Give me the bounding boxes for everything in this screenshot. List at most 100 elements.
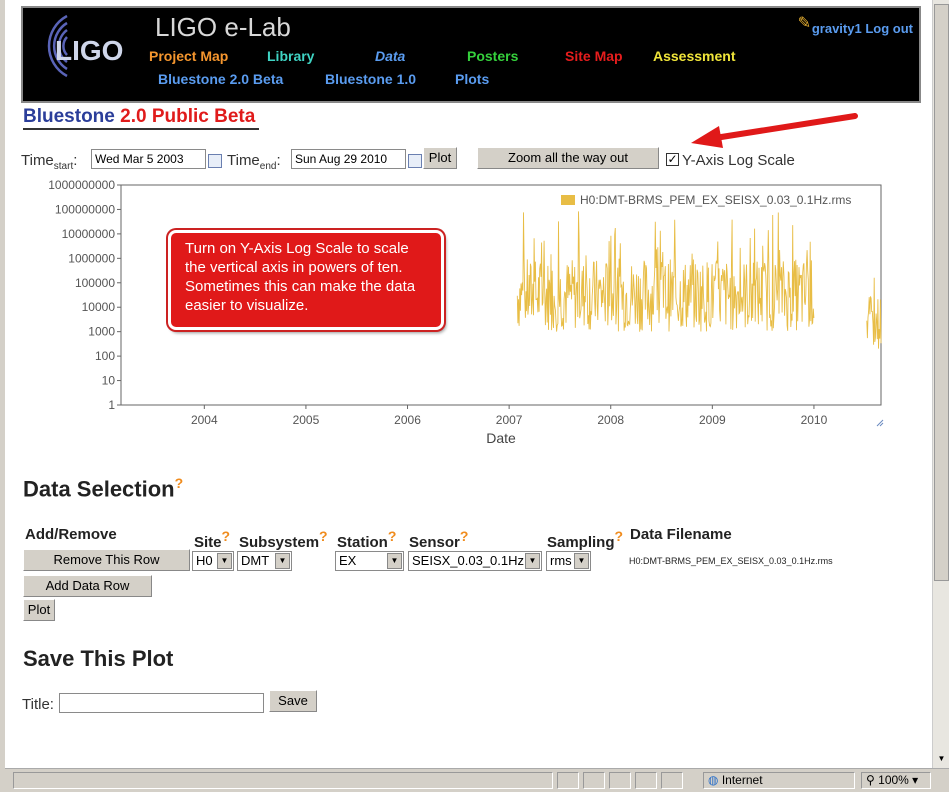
x-axis-label: Date <box>486 430 516 446</box>
sampling-select[interactable]: rms ▼ <box>546 551 591 571</box>
nav-assessment[interactable]: Assessment <box>653 48 736 64</box>
plot-button[interactable]: Plot <box>23 599 55 621</box>
col-filename: Data Filename <box>630 526 732 543</box>
title-label: Title: <box>22 696 54 713</box>
remove-row-button[interactable]: Remove This Row <box>23 549 190 571</box>
time-end-word: Time <box>227 152 260 169</box>
time-start-field[interactable]: Wed Mar 5 2003 <box>91 149 206 169</box>
site-title: LIGO e-Lab <box>155 12 291 42</box>
x-tick-label: 2007 <box>496 413 523 427</box>
y-tick-label: 100000000 <box>55 202 115 216</box>
y-tick-label: 100 <box>95 349 115 363</box>
annotation-arrow-icon <box>691 113 858 148</box>
legend-label: H0:DMT-BRMS_PEM_EX_SEISX_0.03_0.1Hz.rms <box>580 193 851 207</box>
col-sampling: Sampling? <box>547 528 623 551</box>
subsystem-select-value: DMT <box>241 553 270 568</box>
zone-indicator: ◍ Internet <box>703 772 855 789</box>
help-icon[interactable]: ? <box>175 475 184 491</box>
time-start-colon: : <box>73 152 78 169</box>
calendar-icon[interactable] <box>408 154 422 168</box>
chevron-down-icon[interactable]: ▼ <box>387 553 402 569</box>
station-select[interactable]: EX ▼ <box>335 551 404 571</box>
col-station-text: Station <box>337 534 388 551</box>
col-sensor-text: Sensor <box>409 534 460 551</box>
sensor-select[interactable]: SEISX_0.03_0.1Hz ▼ <box>408 551 542 571</box>
annotation-callout: Turn on Y-Axis Log Scale to scale the ve… <box>168 230 444 330</box>
nav-posters[interactable]: Posters <box>467 48 518 64</box>
legend-swatch <box>561 195 575 205</box>
zoom-icon: ⚲ <box>866 773 875 787</box>
nav-bluestone-1[interactable]: Bluestone 1.0 <box>325 71 416 87</box>
time-end-sub: end <box>259 161 277 172</box>
col-site-text: Site <box>194 534 222 551</box>
subsystem-select[interactable]: DMT ▼ <box>237 551 292 571</box>
zoom-label: 100% <box>878 773 909 787</box>
chevron-down-icon[interactable]: ▼ <box>574 553 589 569</box>
vertical-scrollbar[interactable]: ▼ <box>932 0 949 768</box>
zoom-out-button[interactable]: Zoom all the way out <box>477 147 659 169</box>
y-tick-label: 10000 <box>82 300 116 314</box>
log-scale-label: Y-Axis Log Scale <box>682 152 795 169</box>
time-start-sub: start <box>53 161 74 172</box>
user-logout-link[interactable]: gravity1 Log out <box>812 21 913 36</box>
time-end-colon: : <box>276 152 281 169</box>
x-tick-label: 2006 <box>394 413 421 427</box>
plot-title-input[interactable] <box>59 693 264 713</box>
site-select[interactable]: H0 ▼ <box>192 551 234 571</box>
site-header: LIGO LIGO e-Lab Project Map Library Data… <box>21 6 921 103</box>
help-icon[interactable]: ? <box>319 528 328 544</box>
save-plot-title: Save This Plot <box>23 646 174 671</box>
chart-svg: 1 10 100 1000 10000 100000 1000000 10000000 1000… <box>48 180 884 446</box>
nav-library[interactable]: Library <box>267 48 314 64</box>
resize-handle-icon <box>876 419 884 427</box>
plot-time-button[interactable]: Plot <box>423 147 457 169</box>
col-site: Site? <box>194 528 230 551</box>
col-add-remove: Add/Remove <box>25 526 117 543</box>
calendar-icon[interactable] <box>208 154 222 168</box>
log-scale-checkbox[interactable]: ✓ <box>666 153 679 166</box>
zoom-indicator[interactable]: ⚲ 100% ▾ <box>861 772 931 789</box>
nav-plots[interactable]: Plots <box>455 71 489 87</box>
time-start-word: Time <box>21 152 54 169</box>
chevron-down-icon[interactable]: ▼ <box>217 553 232 569</box>
status-segment <box>635 772 657 789</box>
x-tick-label: 2009 <box>699 413 726 427</box>
help-icon[interactable]: ? <box>222 528 231 544</box>
y-tick-label: 1 <box>108 398 115 412</box>
status-segment <box>557 772 579 789</box>
save-button[interactable]: Save <box>269 690 317 712</box>
data-selection-title-text: Data Selection <box>23 476 175 502</box>
browser-page: LIGO LIGO e-Lab Project Map Library Data… <box>0 0 949 792</box>
nav-site-map[interactable]: Site Map <box>565 48 623 64</box>
y-tick-label: 1000000 <box>68 251 115 265</box>
logout-link[interactable]: Log out <box>865 21 913 36</box>
nav-data[interactable]: Data <box>375 48 405 64</box>
y-tick-label: 1000000000 <box>48 180 115 192</box>
nav-project-map[interactable]: Project Map <box>149 48 228 64</box>
chevron-down-icon[interactable]: ▼ <box>275 553 290 569</box>
data-selection-title: Data Selection? <box>23 475 183 502</box>
logo-text[interactable]: LIGO <box>55 35 123 67</box>
page-title-part2: 2.0 Public Beta <box>120 106 256 127</box>
col-subsystem: Subsystem? <box>239 528 328 551</box>
time-end-label: Timeend: <box>227 152 281 172</box>
pencil-icon: ✎ <box>797 15 811 32</box>
help-icon[interactable]: ? <box>615 528 624 544</box>
nav-bluestone-2[interactable]: Bluestone 2.0 Beta <box>158 71 283 87</box>
scroll-down-arrow-icon[interactable]: ▼ <box>934 751 949 766</box>
help-icon[interactable]: ? <box>388 528 397 544</box>
y-tick-label: 1000 <box>88 325 115 339</box>
chevron-down-icon[interactable]: ▼ <box>525 553 540 569</box>
add-data-row-button[interactable]: Add Data Row <box>23 575 152 597</box>
time-end-field[interactable]: Sun Aug 29 2010 <box>291 149 406 169</box>
x-tick-label: 2010 <box>801 413 828 427</box>
x-tick-label: 2005 <box>293 413 320 427</box>
status-bar: ◍ Internet ⚲ 100% ▾ <box>5 768 949 792</box>
username[interactable]: gravity1 <box>812 21 862 36</box>
status-segment <box>661 772 683 789</box>
help-icon[interactable]: ? <box>460 528 469 544</box>
station-select-value: EX <box>339 553 357 568</box>
globe-icon: ◍ <box>708 773 719 787</box>
page-title: Bluestone 2.0 Public Beta <box>23 106 260 130</box>
scrollbar-thumb[interactable] <box>934 4 949 581</box>
